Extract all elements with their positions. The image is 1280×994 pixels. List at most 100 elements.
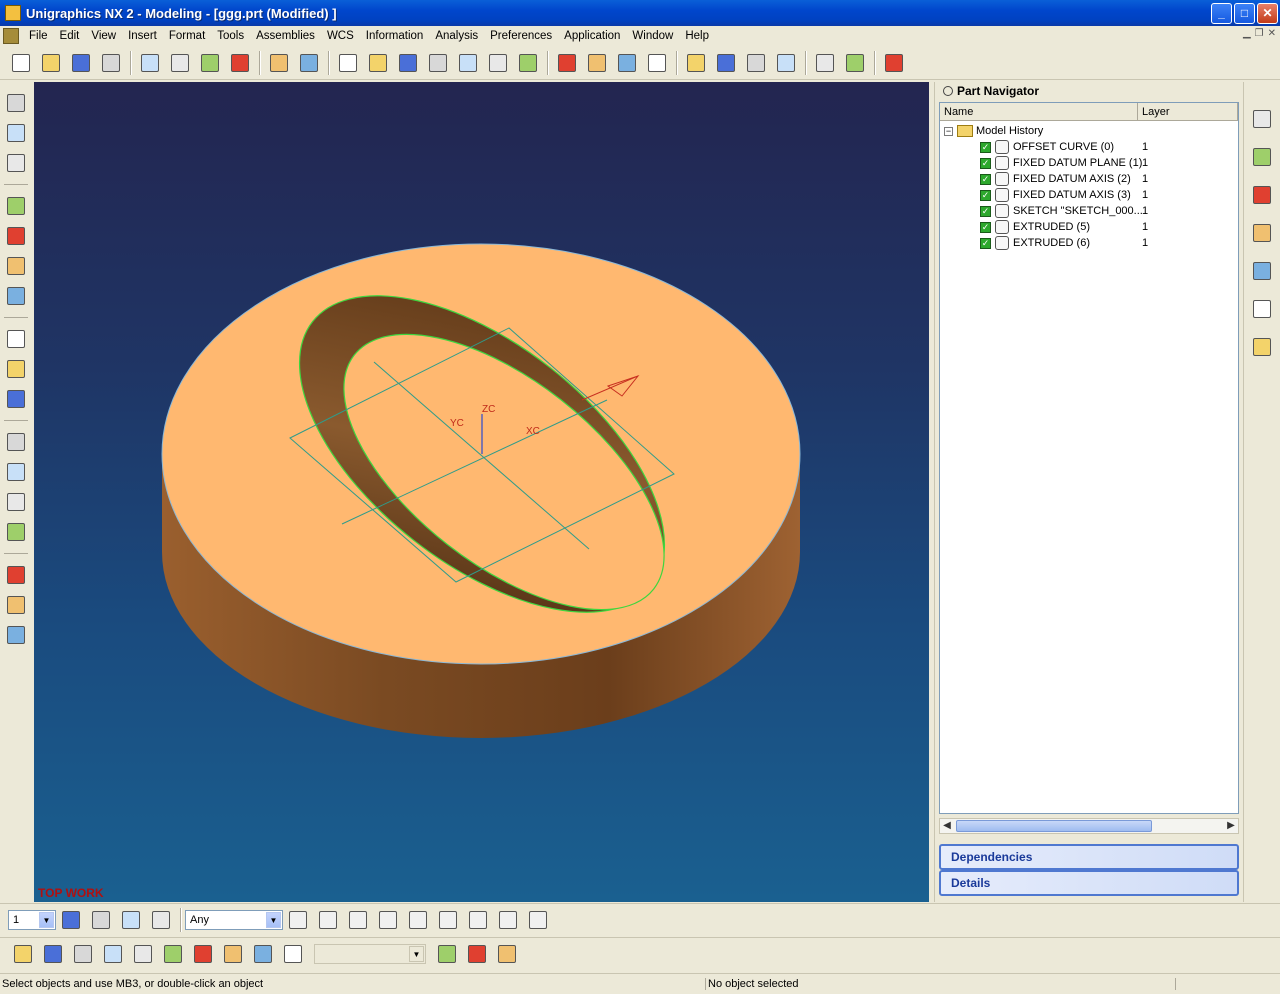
help-button[interactable] bbox=[1249, 258, 1275, 284]
cut-button[interactable] bbox=[137, 50, 163, 76]
boss-button[interactable] bbox=[3, 223, 29, 249]
chevron-down-icon[interactable]: ▼ bbox=[39, 911, 54, 928]
extrude-button[interactable] bbox=[3, 120, 29, 146]
datum-csys-button[interactable] bbox=[3, 386, 29, 412]
end-point-button[interactable] bbox=[315, 907, 341, 933]
checkbox-icon[interactable]: ✓ bbox=[980, 205, 991, 217]
sphere-button[interactable] bbox=[3, 519, 29, 545]
menu-wcs[interactable]: WCS bbox=[321, 30, 360, 42]
clone-button[interactable] bbox=[280, 941, 306, 967]
tree-item[interactable]: ✓ FIXED DATUM PLANE (1) 1 bbox=[940, 155, 1238, 171]
zoom-button[interactable] bbox=[425, 50, 451, 76]
collapse-icon[interactable]: − bbox=[944, 126, 953, 136]
tree-item[interactable]: ✓ OFFSET CURVE (0) 1 bbox=[940, 139, 1238, 155]
doc-close-icon[interactable]: ✕ bbox=[1268, 28, 1276, 39]
interpart-button[interactable] bbox=[434, 941, 460, 967]
tree-horizontal-scrollbar[interactable]: ◀ ▶ bbox=[939, 818, 1239, 834]
menu-edit[interactable]: Edit bbox=[54, 30, 86, 42]
pocket-button[interactable] bbox=[3, 253, 29, 279]
chevron-down-icon[interactable]: ▼ bbox=[266, 911, 281, 928]
color-edit-button[interactable] bbox=[614, 50, 640, 76]
menu-file[interactable]: File bbox=[23, 30, 54, 42]
shaded-cad-button[interactable] bbox=[713, 50, 739, 76]
tree-item[interactable]: ✓ SKETCH "SKETCH_000... 1 bbox=[940, 203, 1238, 219]
zoom-window-button[interactable] bbox=[365, 50, 391, 76]
menu-assemblies[interactable]: Assemblies bbox=[250, 30, 321, 42]
details-panel[interactable]: Details bbox=[939, 870, 1239, 896]
revolve-button[interactable] bbox=[3, 150, 29, 176]
scroll-left-icon[interactable]: ◀ bbox=[940, 819, 954, 833]
checkbox-icon[interactable]: ✓ bbox=[980, 141, 991, 153]
tree-item[interactable]: ✓ EXTRUDED (5) 1 bbox=[940, 219, 1238, 235]
zoom-region-button[interactable] bbox=[395, 50, 421, 76]
tree-item[interactable]: ✓ EXTRUDED (6) 1 bbox=[940, 235, 1238, 251]
chamfer-button[interactable] bbox=[3, 592, 29, 618]
column-layer[interactable]: Layer bbox=[1138, 103, 1238, 120]
new-button[interactable] bbox=[8, 50, 34, 76]
tangent-button[interactable] bbox=[465, 907, 491, 933]
layer-settings-button[interactable] bbox=[683, 50, 709, 76]
check-button[interactable] bbox=[494, 941, 520, 967]
tree-root-model-history[interactable]: − Model History bbox=[944, 123, 1043, 139]
sequence-button[interactable] bbox=[464, 941, 490, 967]
reposition-button[interactable] bbox=[100, 941, 126, 967]
save-button[interactable] bbox=[68, 50, 94, 76]
doc-minimize-icon[interactable]: ▁ bbox=[1243, 28, 1251, 39]
fit-button[interactable] bbox=[335, 50, 361, 76]
quadrant-button[interactable] bbox=[495, 907, 521, 933]
perspective-button[interactable] bbox=[515, 50, 541, 76]
reference-set-button[interactable] bbox=[160, 941, 186, 967]
menu-information[interactable]: Information bbox=[360, 30, 430, 42]
menu-view[interactable]: View bbox=[85, 30, 122, 42]
menu-help[interactable]: Help bbox=[679, 30, 715, 42]
repeat-command-button[interactable] bbox=[296, 50, 322, 76]
menu-application[interactable]: Application bbox=[558, 30, 626, 42]
existing-point-button[interactable] bbox=[525, 907, 551, 933]
mid-point-button[interactable] bbox=[345, 907, 371, 933]
pin-icon[interactable] bbox=[943, 86, 953, 96]
selection-filter-combo[interactable]: Any ▼ bbox=[185, 909, 283, 930]
shaded-view-button[interactable] bbox=[584, 50, 610, 76]
checkbox-icon[interactable]: ✓ bbox=[980, 157, 991, 169]
print-button[interactable] bbox=[98, 50, 124, 76]
mate-button[interactable] bbox=[70, 941, 96, 967]
class-select-button[interactable] bbox=[881, 50, 907, 76]
render-style-button[interactable] bbox=[644, 50, 670, 76]
cone-button[interactable] bbox=[3, 489, 29, 515]
minimize-button[interactable]: _ bbox=[1211, 3, 1232, 24]
block-button[interactable] bbox=[3, 429, 29, 455]
menu-format[interactable]: Format bbox=[163, 30, 211, 42]
menu-insert[interactable]: Insert bbox=[122, 30, 163, 42]
assembly-button[interactable] bbox=[10, 941, 36, 967]
close-button[interactable]: ✕ bbox=[1257, 3, 1278, 24]
maximize-button[interactable]: □ bbox=[1234, 3, 1255, 24]
assembly-navigator-button[interactable] bbox=[1249, 106, 1275, 132]
document-icon[interactable] bbox=[3, 27, 19, 44]
copy-button[interactable] bbox=[167, 50, 193, 76]
checkbox-icon[interactable]: ✓ bbox=[980, 189, 991, 201]
checkbox-icon[interactable]: ✓ bbox=[980, 237, 991, 249]
wave-button[interactable] bbox=[190, 941, 216, 967]
dependencies-panel[interactable]: Dependencies bbox=[939, 844, 1239, 870]
mirror-button[interactable] bbox=[220, 941, 246, 967]
wcs-button[interactable] bbox=[88, 907, 114, 933]
scrollbar-thumb[interactable] bbox=[956, 820, 1152, 832]
select-button[interactable] bbox=[148, 907, 174, 933]
training-button[interactable] bbox=[1249, 220, 1275, 246]
part-navigator-button[interactable] bbox=[1249, 144, 1275, 170]
delete-button[interactable] bbox=[227, 50, 253, 76]
open-button[interactable] bbox=[38, 50, 64, 76]
tree-item[interactable]: ✓ FIXED DATUM AXIS (3) 1 bbox=[940, 187, 1238, 203]
menu-preferences[interactable]: Preferences bbox=[484, 30, 558, 42]
undo-button[interactable] bbox=[266, 50, 292, 76]
work-layer-combo[interactable]: 1 ▼ bbox=[8, 909, 56, 930]
menu-tools[interactable]: Tools bbox=[211, 30, 250, 42]
datum-axis-button[interactable] bbox=[3, 356, 29, 382]
edge-blend-button[interactable] bbox=[3, 562, 29, 588]
control-point-button[interactable] bbox=[375, 907, 401, 933]
arc-center-button[interactable] bbox=[435, 907, 461, 933]
doc-restore-icon[interactable]: ❐ bbox=[1255, 28, 1264, 39]
menu-analysis[interactable]: Analysis bbox=[429, 30, 484, 42]
cylinder-button[interactable] bbox=[3, 459, 29, 485]
drafting-button[interactable] bbox=[743, 50, 769, 76]
